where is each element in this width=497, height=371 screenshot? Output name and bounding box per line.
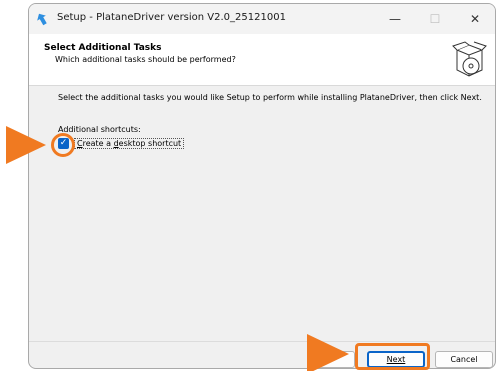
cancel-button-label: Cancel <box>450 355 478 364</box>
footer-divider <box>29 341 495 342</box>
installer-box-cd-icon <box>452 41 487 77</box>
additional-shortcuts-label: Additional shortcuts: <box>58 125 141 134</box>
annotation-arrow-checkbox <box>6 126 46 164</box>
minimize-button[interactable]: — <box>375 4 415 34</box>
close-icon: ✕ <box>469 12 481 26</box>
annotation-highlight-next <box>355 343 430 370</box>
cancel-button[interactable]: Cancel <box>435 351 493 368</box>
maximize-button[interactable]: ☐ <box>415 4 455 34</box>
desktop-shortcut-option[interactable]: ✓ Create a desktop shortcut <box>58 138 185 149</box>
window-title: Setup - PlataneDriver version V2.0_25121… <box>57 12 286 23</box>
page-subtitle: Which additional tasks should be perform… <box>55 55 236 64</box>
annotation-circle-checkbox <box>51 133 75 157</box>
annotation-arrow-next <box>307 334 349 371</box>
minimize-icon: — <box>389 12 401 26</box>
desktop-shortcut-label[interactable]: Create a desktop shortcut <box>74 138 185 149</box>
wizard-header: Select Additional Tasks Which additional… <box>29 34 495 86</box>
description-text: Select the additional tasks you would li… <box>58 93 482 102</box>
close-button[interactable]: ✕ <box>455 4 495 34</box>
title-bar: Setup - PlataneDriver version V2.0_25121… <box>29 4 495 34</box>
page-title: Select Additional Tasks <box>44 43 162 53</box>
setup-window: Setup - PlataneDriver version V2.0_25121… <box>28 3 496 369</box>
page: Setup - PlataneDriver version V2.0_25121… <box>0 0 497 371</box>
setup-app-icon <box>37 13 47 26</box>
maximize-icon: ☐ <box>429 12 441 26</box>
